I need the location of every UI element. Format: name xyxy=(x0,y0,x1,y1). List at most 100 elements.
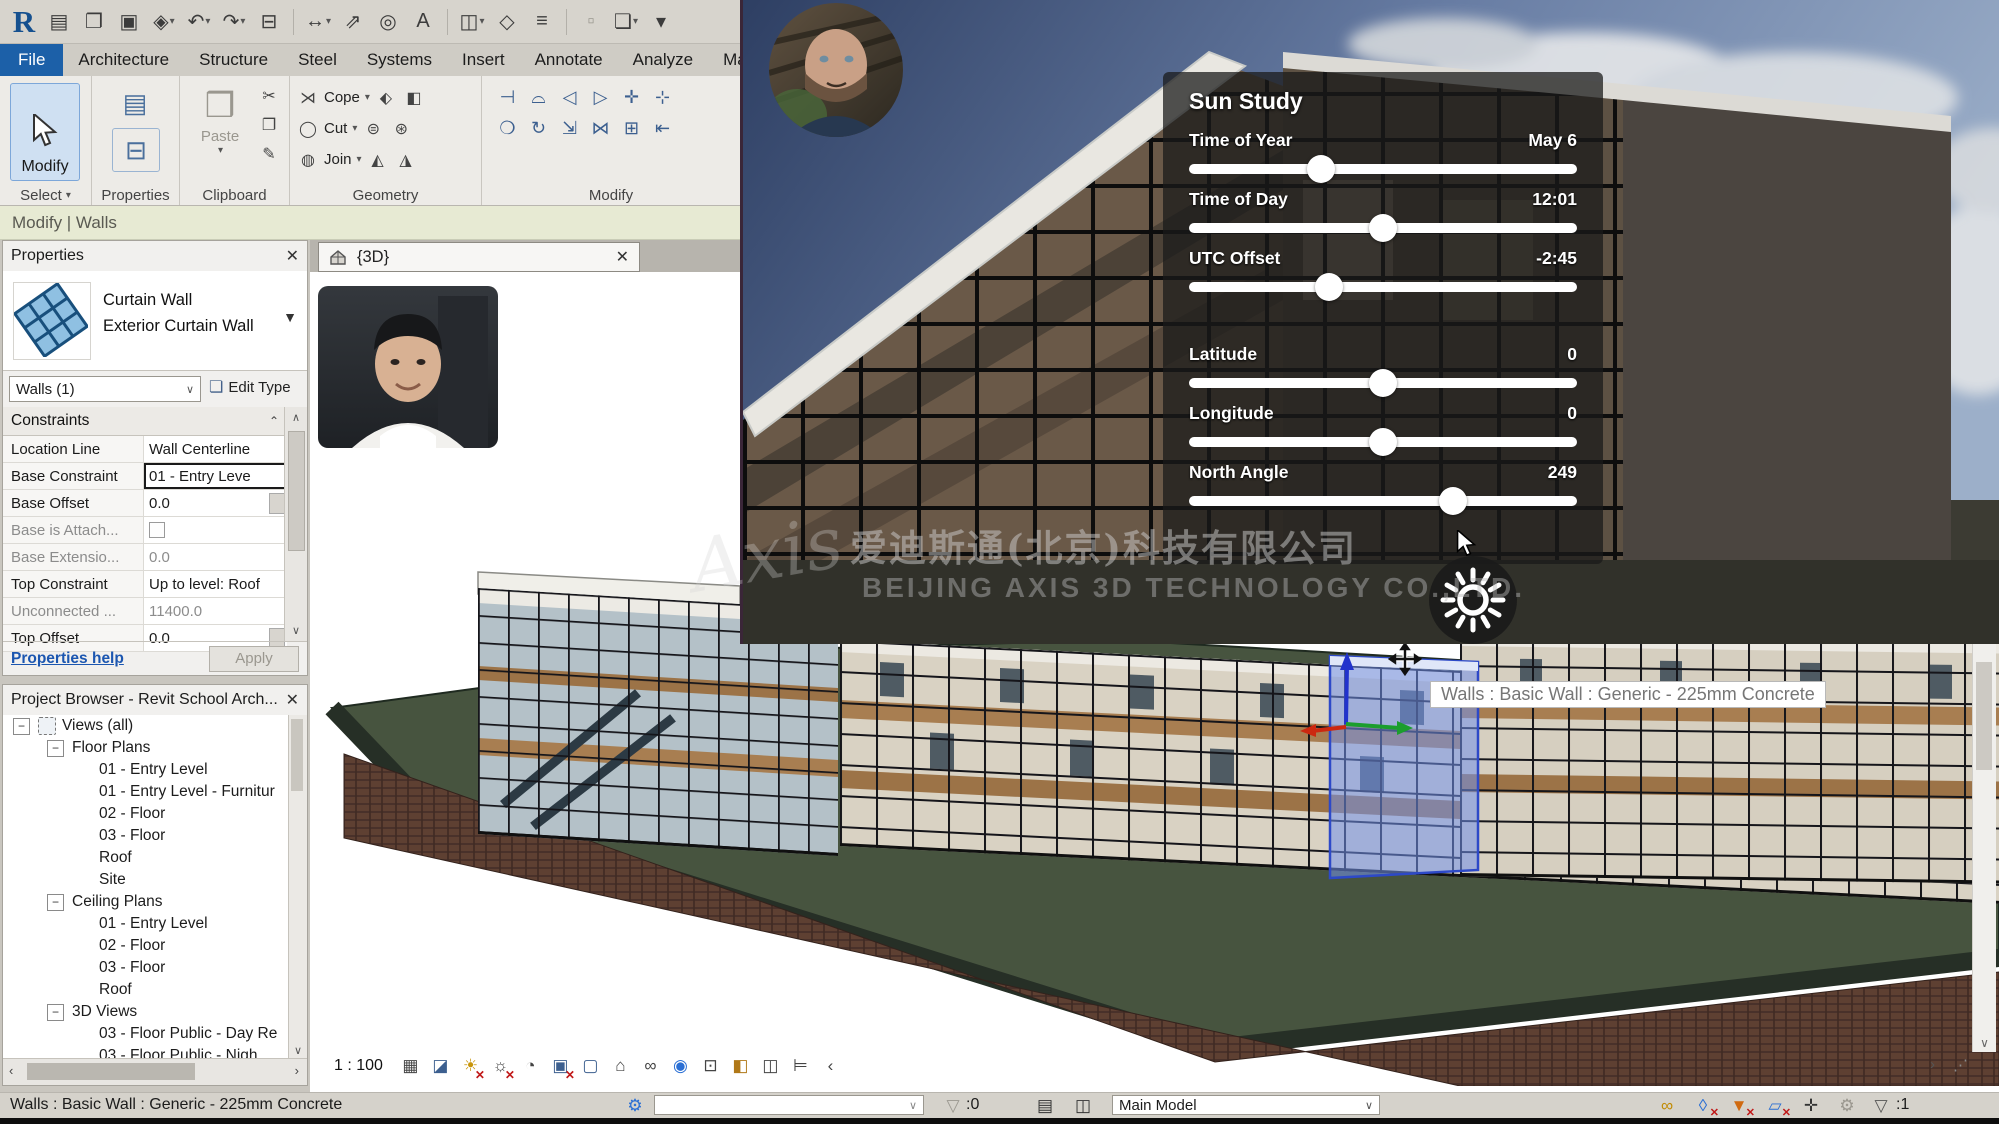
properties-help-link[interactable]: Properties help xyxy=(11,650,124,668)
locked-3d-view-icon[interactable]: ⌂ xyxy=(608,1054,633,1079)
tree-item-view[interactable]: 03 - Floor Public - Nigh xyxy=(3,1045,289,1059)
slider-track[interactable] xyxy=(1189,378,1577,388)
tree-item-view[interactable]: 01 - Entry Level xyxy=(3,913,289,935)
select-links-icon[interactable]: ∞ xyxy=(1652,1094,1682,1117)
switch-windows-icon[interactable]: ❏▾ xyxy=(610,5,642,39)
drag-on-selection-icon[interactable]: ✛ xyxy=(1796,1094,1826,1117)
redo-icon[interactable]: ↷▾ xyxy=(218,5,250,39)
select-underlay-icon[interactable]: ◊ xyxy=(1688,1094,1718,1117)
slider-track[interactable] xyxy=(1189,223,1577,233)
property-row[interactable]: Location Line Wall Centerline xyxy=(3,436,287,463)
scrollbar-thumb[interactable] xyxy=(288,431,305,551)
cope-label[interactable]: Cope xyxy=(324,89,360,106)
demolish-icon[interactable]: ◮ xyxy=(394,148,418,172)
selection-filter-dropdown[interactable]: Walls (1) ∨ xyxy=(9,376,201,402)
align-icon[interactable]: ⊣ xyxy=(494,84,521,111)
crop-view-icon[interactable]: ▣ xyxy=(548,1054,573,1079)
worksets-input[interactable]: ∨ xyxy=(654,1095,924,1115)
offset-icon[interactable]: ⌓ xyxy=(525,84,552,111)
property-row[interactable]: Base Extensio... 0.0 xyxy=(3,544,287,571)
move-icon[interactable]: ✛ xyxy=(618,84,645,111)
tab-insert[interactable]: Insert xyxy=(447,44,520,76)
cope-icon[interactable]: ⋊ xyxy=(296,86,320,110)
property-value[interactable]: Wall Centerline xyxy=(144,436,287,462)
render-icon[interactable]: ◈▾ xyxy=(148,5,180,39)
reveal-hidden-elements-icon[interactable]: ◉ xyxy=(668,1054,693,1079)
rotate-icon[interactable]: ↻ xyxy=(525,115,552,142)
tree-item-view[interactable]: Roof xyxy=(3,979,289,1001)
show-crop-region-icon[interactable]: ▢ xyxy=(578,1054,603,1079)
tree-item-view[interactable]: 01 - Entry Level xyxy=(3,759,289,781)
tree-item-views[interactable]: −Views (all) xyxy=(3,715,289,737)
editable-only-icon[interactable]: ▽ xyxy=(938,1094,968,1117)
close-icon[interactable]: ✕ xyxy=(616,247,629,267)
tree-item-view[interactable]: 02 - Floor xyxy=(3,803,289,825)
tree-item-view[interactable]: 02 - Floor xyxy=(3,935,289,957)
thin-lines-icon[interactable]: ≡ xyxy=(526,5,558,39)
scrollbar-thumb[interactable] xyxy=(27,1063,195,1080)
resize-grip-icon[interactable]: ⋰ xyxy=(1953,1056,1968,1074)
tag-icon[interactable]: ◎ xyxy=(372,5,404,39)
filter-icon[interactable]: ▽ xyxy=(1866,1094,1896,1117)
design-options-icon[interactable]: ▤ xyxy=(1030,1094,1060,1117)
tree-item-view[interactable]: 03 - Floor xyxy=(3,957,289,979)
cut-profile-icon[interactable]: ⬖ xyxy=(374,86,398,110)
shadows-icon[interactable]: ☼ xyxy=(488,1054,513,1079)
select-pinned-icon[interactable]: ▼ xyxy=(1724,1094,1754,1117)
reveal-constraints-icon[interactable]: ⊨ xyxy=(788,1054,813,1079)
browser-vertical-scrollbar[interactable]: ∨ xyxy=(288,715,307,1059)
property-row[interactable]: Base Constraint 01 - Entry Leve xyxy=(3,463,287,490)
slider-thumb[interactable] xyxy=(1369,428,1397,456)
design-option-dropdown[interactable]: Main Model ∨ xyxy=(1112,1095,1380,1115)
collapse-node-icon[interactable]: − xyxy=(47,894,64,911)
cut-icon[interactable]: ✂ xyxy=(257,84,281,108)
constraints-section-header[interactable]: Constraints ⌃ xyxy=(3,407,287,436)
aligned-dimension-icon[interactable]: ⇗ xyxy=(337,5,369,39)
chevron-down-icon[interactable]: ▼ xyxy=(283,309,297,325)
scroll-down-icon[interactable]: ∨ xyxy=(1973,1036,1996,1050)
tab-file[interactable]: File xyxy=(0,44,63,76)
scroll-left-icon[interactable]: ‹ xyxy=(9,1063,13,1078)
tab-analyze[interactable]: Analyze xyxy=(618,44,708,76)
undo-icon[interactable]: ↶▾ xyxy=(183,5,215,39)
scroll-up-icon[interactable]: ∧ xyxy=(285,411,307,424)
cut-label[interactable]: Cut xyxy=(324,120,347,137)
properties-header[interactable]: Properties ✕ xyxy=(3,241,307,272)
tab-systems[interactable]: Systems xyxy=(352,44,447,76)
scale-icon[interactable]: ❍ xyxy=(494,115,521,142)
collapse-section-icon[interactable]: ⌃ xyxy=(269,414,279,428)
open-icon[interactable]: ❐ xyxy=(78,5,110,39)
view-scale-button[interactable]: 1 : 100 xyxy=(334,1057,383,1075)
array-icon[interactable]: ⊞ xyxy=(618,115,645,142)
slider-thumb[interactable] xyxy=(1315,273,1343,301)
show-rendering-dialog-icon[interactable]: ◔ xyxy=(518,1054,543,1079)
slider-thumb[interactable] xyxy=(1439,487,1467,515)
tree-item-3d-views[interactable]: −3D Views xyxy=(3,1001,289,1023)
slider-thumb[interactable] xyxy=(1307,155,1335,183)
select-panel-label[interactable]: Select ▾ xyxy=(0,187,91,204)
tab-annotate[interactable]: Annotate xyxy=(520,44,618,76)
tab-structure[interactable]: Structure xyxy=(184,44,283,76)
section-icon[interactable]: ◇ xyxy=(491,5,523,39)
tab-architecture[interactable]: Architecture xyxy=(63,44,184,76)
apply-button[interactable]: Apply xyxy=(209,646,299,672)
properties-scrollbar[interactable]: ∧ ∨ xyxy=(284,407,307,641)
render-window[interactable]: Sun Study Time of Year May 6 Time of Day… xyxy=(740,0,1999,644)
close-icon[interactable]: ✕ xyxy=(286,246,299,266)
mirror-pick-icon[interactable]: ▷ xyxy=(587,84,614,111)
wall-joins-icon[interactable]: ⊜ xyxy=(361,117,385,141)
temporary-hide-isolate-icon[interactable]: ∞ xyxy=(638,1054,663,1079)
type-properties-icon[interactable]: ⊟ xyxy=(112,128,160,172)
file-info-icon[interactable]: ▤ xyxy=(43,5,75,39)
paint-icon[interactable]: ◧ xyxy=(402,86,426,110)
print-icon[interactable]: ⊟ xyxy=(253,5,285,39)
select-by-face-icon[interactable]: ▱ xyxy=(1760,1094,1790,1117)
pin-icon[interactable]: ⇤ xyxy=(649,115,676,142)
show-analytical-model-icon[interactable]: ◧ xyxy=(728,1054,753,1079)
slider-thumb[interactable] xyxy=(1369,369,1397,397)
tree-item-view[interactable]: Roof xyxy=(3,847,289,869)
visual-style-icon[interactable]: ◪ xyxy=(428,1054,453,1079)
value-spinner[interactable] xyxy=(269,493,285,514)
save-icon[interactable]: ▣ xyxy=(113,5,145,39)
scroll-right-icon[interactable]: › xyxy=(295,1063,299,1078)
